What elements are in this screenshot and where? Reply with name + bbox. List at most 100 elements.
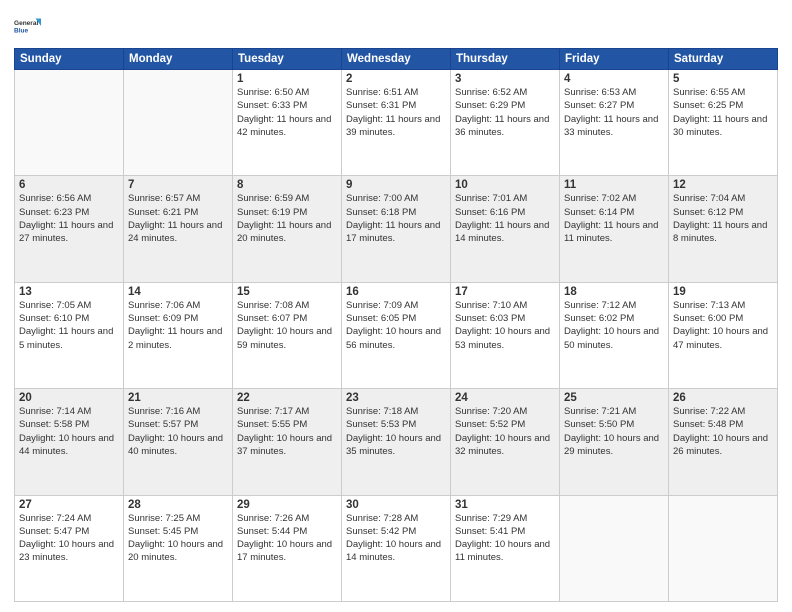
- header: GeneralBlue: [14, 12, 778, 40]
- calendar-table: SundayMondayTuesdayWednesdayThursdayFrid…: [14, 48, 778, 602]
- calendar-week-1: 1Sunrise: 6:50 AM Sunset: 6:33 PM Daylig…: [15, 70, 778, 176]
- calendar-cell: 3Sunrise: 6:52 AM Sunset: 6:29 PM Daylig…: [451, 70, 560, 176]
- day-info: Sunrise: 7:25 AM Sunset: 5:45 PM Dayligh…: [128, 512, 228, 565]
- day-info: Sunrise: 7:16 AM Sunset: 5:57 PM Dayligh…: [128, 405, 228, 458]
- day-info: Sunrise: 7:26 AM Sunset: 5:44 PM Dayligh…: [237, 512, 337, 565]
- day-header-saturday: Saturday: [669, 49, 778, 70]
- calendar-cell: 17Sunrise: 7:10 AM Sunset: 6:03 PM Dayli…: [451, 282, 560, 388]
- day-info: Sunrise: 6:56 AM Sunset: 6:23 PM Dayligh…: [19, 192, 119, 245]
- day-info: Sunrise: 7:24 AM Sunset: 5:47 PM Dayligh…: [19, 512, 119, 565]
- day-info: Sunrise: 7:09 AM Sunset: 6:05 PM Dayligh…: [346, 299, 446, 352]
- day-header-friday: Friday: [560, 49, 669, 70]
- day-info: Sunrise: 6:53 AM Sunset: 6:27 PM Dayligh…: [564, 86, 664, 139]
- day-number: 6: [19, 179, 119, 191]
- calendar-cell: 11Sunrise: 7:02 AM Sunset: 6:14 PM Dayli…: [560, 176, 669, 282]
- day-number: 7: [128, 179, 228, 191]
- day-number: 19: [673, 286, 773, 298]
- day-number: 21: [128, 392, 228, 404]
- logo: GeneralBlue: [14, 12, 42, 40]
- day-number: 15: [237, 286, 337, 298]
- day-number: 30: [346, 499, 446, 511]
- calendar-cell: 25Sunrise: 7:21 AM Sunset: 5:50 PM Dayli…: [560, 389, 669, 495]
- day-info: Sunrise: 7:01 AM Sunset: 6:16 PM Dayligh…: [455, 192, 555, 245]
- page: GeneralBlue SundayMondayTuesdayWednesday…: [0, 0, 792, 612]
- day-number: 28: [128, 499, 228, 511]
- calendar-cell: 1Sunrise: 6:50 AM Sunset: 6:33 PM Daylig…: [233, 70, 342, 176]
- day-number: 26: [673, 392, 773, 404]
- day-number: 2: [346, 73, 446, 85]
- day-info: Sunrise: 7:17 AM Sunset: 5:55 PM Dayligh…: [237, 405, 337, 458]
- calendar-cell: 21Sunrise: 7:16 AM Sunset: 5:57 PM Dayli…: [124, 389, 233, 495]
- day-number: 25: [564, 392, 664, 404]
- calendar-cell: 24Sunrise: 7:20 AM Sunset: 5:52 PM Dayli…: [451, 389, 560, 495]
- calendar-cell: 31Sunrise: 7:29 AM Sunset: 5:41 PM Dayli…: [451, 495, 560, 601]
- day-info: Sunrise: 6:55 AM Sunset: 6:25 PM Dayligh…: [673, 86, 773, 139]
- day-info: Sunrise: 7:14 AM Sunset: 5:58 PM Dayligh…: [19, 405, 119, 458]
- calendar-cell: 14Sunrise: 7:06 AM Sunset: 6:09 PM Dayli…: [124, 282, 233, 388]
- calendar-cell: 16Sunrise: 7:09 AM Sunset: 6:05 PM Dayli…: [342, 282, 451, 388]
- day-number: 22: [237, 392, 337, 404]
- day-number: 1: [237, 73, 337, 85]
- day-info: Sunrise: 7:00 AM Sunset: 6:18 PM Dayligh…: [346, 192, 446, 245]
- calendar-cell: 22Sunrise: 7:17 AM Sunset: 5:55 PM Dayli…: [233, 389, 342, 495]
- svg-text:General: General: [14, 20, 38, 27]
- calendar-week-4: 20Sunrise: 7:14 AM Sunset: 5:58 PM Dayli…: [15, 389, 778, 495]
- day-number: 27: [19, 499, 119, 511]
- calendar-cell: 2Sunrise: 6:51 AM Sunset: 6:31 PM Daylig…: [342, 70, 451, 176]
- calendar-week-3: 13Sunrise: 7:05 AM Sunset: 6:10 PM Dayli…: [15, 282, 778, 388]
- day-header-monday: Monday: [124, 49, 233, 70]
- svg-text:Blue: Blue: [14, 28, 28, 35]
- calendar-cell: [669, 495, 778, 601]
- calendar-cell: 12Sunrise: 7:04 AM Sunset: 6:12 PM Dayli…: [669, 176, 778, 282]
- day-header-tuesday: Tuesday: [233, 49, 342, 70]
- day-info: Sunrise: 7:21 AM Sunset: 5:50 PM Dayligh…: [564, 405, 664, 458]
- day-info: Sunrise: 7:06 AM Sunset: 6:09 PM Dayligh…: [128, 299, 228, 352]
- calendar-cell: 7Sunrise: 6:57 AM Sunset: 6:21 PM Daylig…: [124, 176, 233, 282]
- calendar-cell: 5Sunrise: 6:55 AM Sunset: 6:25 PM Daylig…: [669, 70, 778, 176]
- day-number: 16: [346, 286, 446, 298]
- day-info: Sunrise: 7:18 AM Sunset: 5:53 PM Dayligh…: [346, 405, 446, 458]
- day-number: 4: [564, 73, 664, 85]
- day-info: Sunrise: 6:59 AM Sunset: 6:19 PM Dayligh…: [237, 192, 337, 245]
- day-info: Sunrise: 6:52 AM Sunset: 6:29 PM Dayligh…: [455, 86, 555, 139]
- day-info: Sunrise: 7:12 AM Sunset: 6:02 PM Dayligh…: [564, 299, 664, 352]
- calendar-cell: 27Sunrise: 7:24 AM Sunset: 5:47 PM Dayli…: [15, 495, 124, 601]
- day-number: 11: [564, 179, 664, 191]
- day-info: Sunrise: 7:22 AM Sunset: 5:48 PM Dayligh…: [673, 405, 773, 458]
- day-number: 9: [346, 179, 446, 191]
- calendar-cell: 6Sunrise: 6:56 AM Sunset: 6:23 PM Daylig…: [15, 176, 124, 282]
- calendar-week-5: 27Sunrise: 7:24 AM Sunset: 5:47 PM Dayli…: [15, 495, 778, 601]
- calendar-cell: 9Sunrise: 7:00 AM Sunset: 6:18 PM Daylig…: [342, 176, 451, 282]
- day-info: Sunrise: 7:02 AM Sunset: 6:14 PM Dayligh…: [564, 192, 664, 245]
- calendar-cell: 23Sunrise: 7:18 AM Sunset: 5:53 PM Dayli…: [342, 389, 451, 495]
- day-number: 8: [237, 179, 337, 191]
- day-header-thursday: Thursday: [451, 49, 560, 70]
- calendar-cell: 18Sunrise: 7:12 AM Sunset: 6:02 PM Dayli…: [560, 282, 669, 388]
- day-info: Sunrise: 7:08 AM Sunset: 6:07 PM Dayligh…: [237, 299, 337, 352]
- calendar-cell: 13Sunrise: 7:05 AM Sunset: 6:10 PM Dayli…: [15, 282, 124, 388]
- day-number: 13: [19, 286, 119, 298]
- day-number: 10: [455, 179, 555, 191]
- day-info: Sunrise: 7:28 AM Sunset: 5:42 PM Dayligh…: [346, 512, 446, 565]
- calendar-cell: [560, 495, 669, 601]
- day-number: 12: [673, 179, 773, 191]
- day-info: Sunrise: 7:04 AM Sunset: 6:12 PM Dayligh…: [673, 192, 773, 245]
- calendar-week-2: 6Sunrise: 6:56 AM Sunset: 6:23 PM Daylig…: [15, 176, 778, 282]
- calendar-cell: 19Sunrise: 7:13 AM Sunset: 6:00 PM Dayli…: [669, 282, 778, 388]
- calendar-cell: 28Sunrise: 7:25 AM Sunset: 5:45 PM Dayli…: [124, 495, 233, 601]
- day-info: Sunrise: 6:57 AM Sunset: 6:21 PM Dayligh…: [128, 192, 228, 245]
- day-number: 17: [455, 286, 555, 298]
- day-info: Sunrise: 6:50 AM Sunset: 6:33 PM Dayligh…: [237, 86, 337, 139]
- calendar-header-row: SundayMondayTuesdayWednesdayThursdayFrid…: [15, 49, 778, 70]
- day-number: 23: [346, 392, 446, 404]
- day-info: Sunrise: 6:51 AM Sunset: 6:31 PM Dayligh…: [346, 86, 446, 139]
- day-number: 24: [455, 392, 555, 404]
- day-number: 5: [673, 73, 773, 85]
- day-number: 3: [455, 73, 555, 85]
- day-info: Sunrise: 7:10 AM Sunset: 6:03 PM Dayligh…: [455, 299, 555, 352]
- day-number: 29: [237, 499, 337, 511]
- day-info: Sunrise: 7:29 AM Sunset: 5:41 PM Dayligh…: [455, 512, 555, 565]
- calendar-cell: 20Sunrise: 7:14 AM Sunset: 5:58 PM Dayli…: [15, 389, 124, 495]
- day-header-sunday: Sunday: [15, 49, 124, 70]
- day-number: 14: [128, 286, 228, 298]
